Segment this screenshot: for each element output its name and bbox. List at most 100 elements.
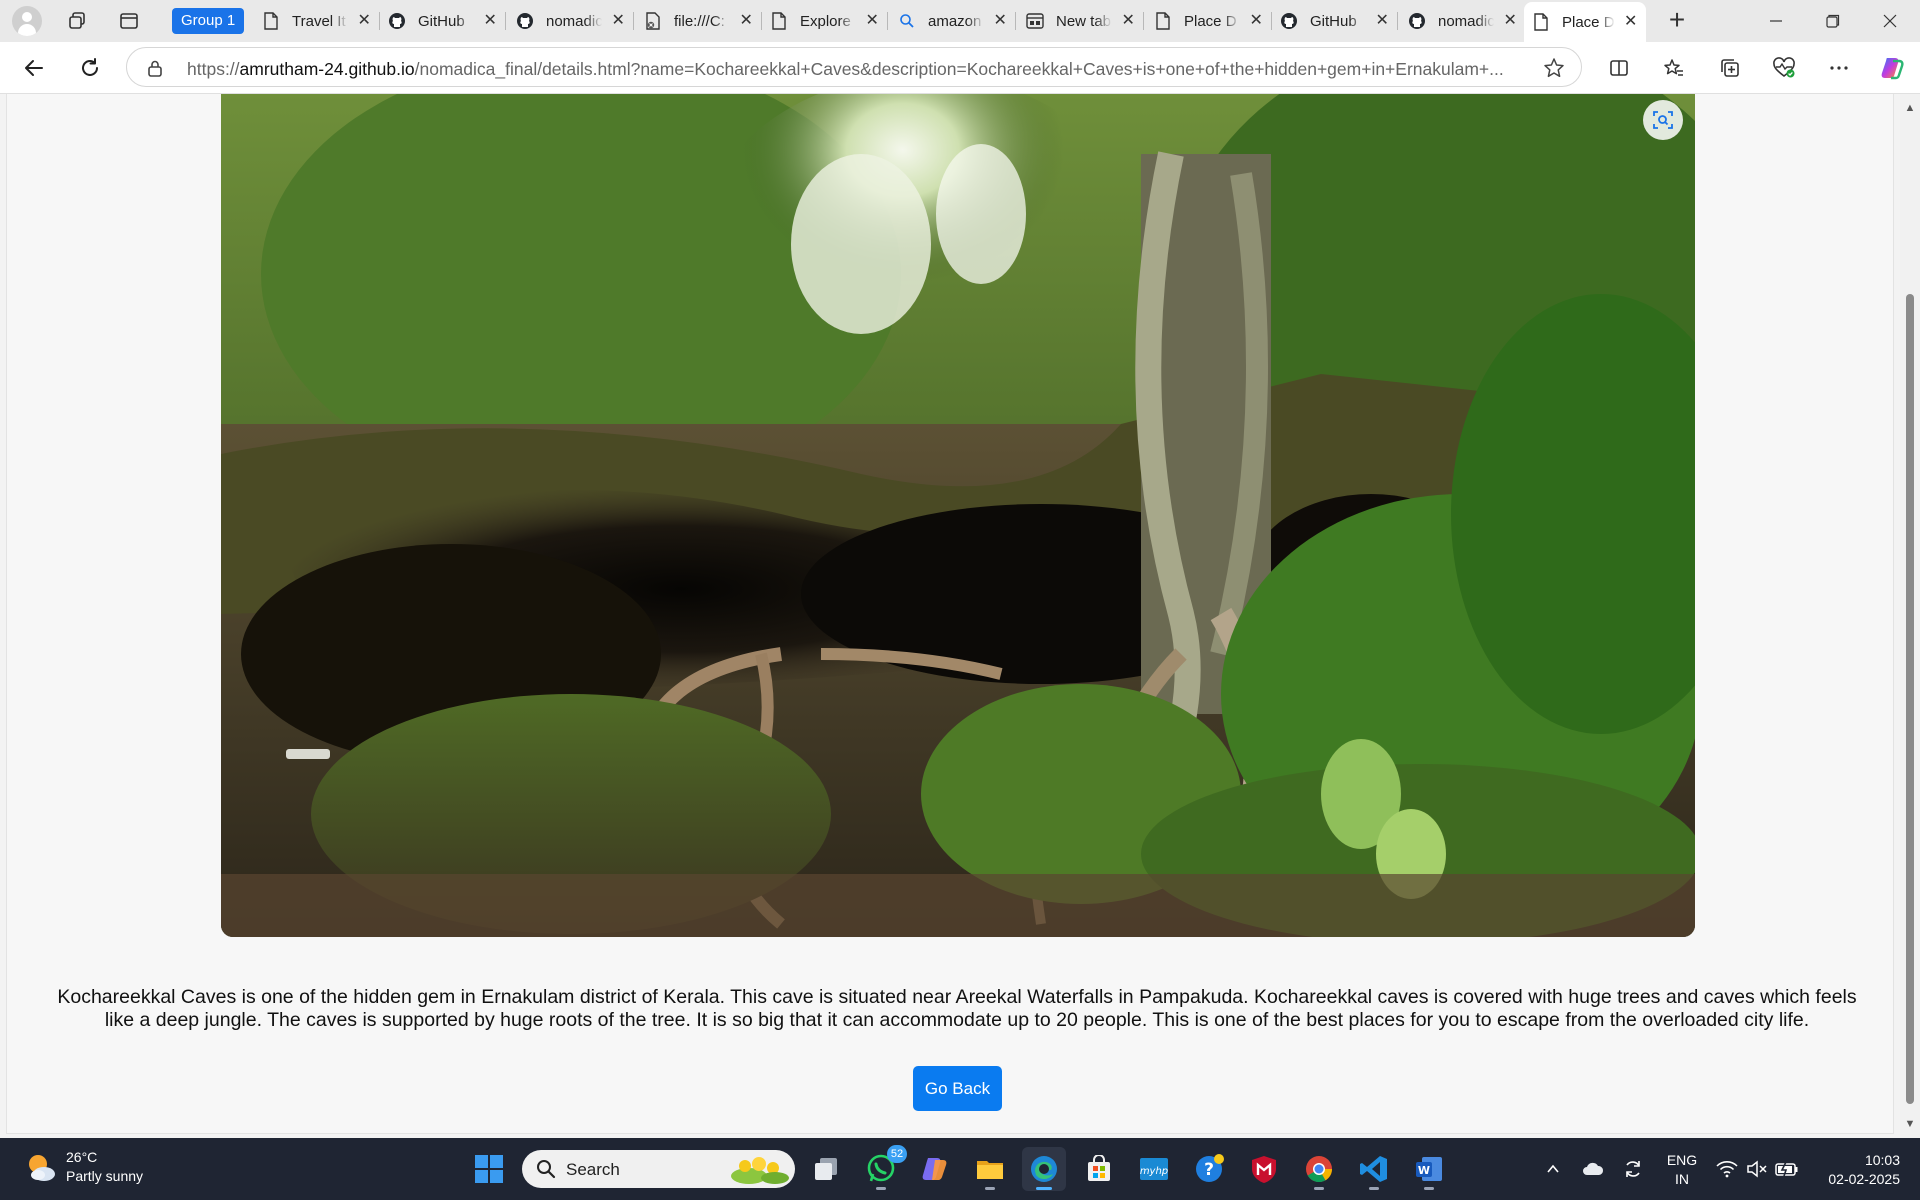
collections-button[interactable] [1714,52,1746,84]
browser-tab[interactable]: Travel It ✕ [254,4,380,38]
tab-separator [1397,12,1398,30]
tab-close-icon[interactable]: ✕ [482,13,498,29]
volume-tray[interactable] [1742,1138,1772,1200]
partly-sunny-icon [29,1155,55,1181]
wifi-tray[interactable] [1712,1138,1742,1200]
page-scrollbar[interactable]: ▲ ▼ [1900,94,1920,1138]
word-app[interactable]: W [1407,1147,1451,1191]
close-window-button[interactable] [1862,0,1918,42]
get-help-app[interactable]: ? [1187,1147,1231,1191]
input-language[interactable]: ENG IN [1664,1151,1700,1189]
page-icon [1532,13,1550,31]
task-view-button[interactable] [804,1147,848,1191]
tab-close-icon[interactable]: ✕ [1502,13,1518,29]
chrome-app[interactable] [1297,1147,1341,1191]
copilot-app[interactable] [913,1147,957,1191]
more-dots-icon [1830,66,1848,70]
system-clock[interactable]: 10:03 02-02-2025 [1814,1151,1900,1189]
tab-title: New tab [1056,12,1112,30]
show-hidden-icons-button[interactable] [1538,1138,1568,1200]
browser-essentials-button[interactable] [1768,52,1800,84]
go-back-button[interactable]: Go Back [913,1066,1002,1111]
myhp-app[interactable]: myhp [1132,1147,1176,1191]
whatsapp-app[interactable]: 52 [859,1145,907,1191]
browser-tab[interactable]: amazon ✕ [890,4,1016,38]
wifi-icon [1716,1161,1738,1178]
new-tab-button[interactable]: + [1662,6,1692,36]
tab-close-icon[interactable]: ✕ [356,13,372,29]
profile-button[interactable] [12,6,42,36]
url-text[interactable]: https://amrutham-24.github.io/nomadica_f… [187,59,1507,80]
github-icon [388,12,406,30]
place-photo [221,94,1695,937]
tab-close-icon[interactable]: ✕ [992,13,1008,29]
url-host: amrutham-24.github.io [239,59,415,79]
lock-icon[interactable] [145,58,165,78]
sync-tray[interactable] [1618,1138,1648,1200]
scroll-down-arrow-icon[interactable]: ▼ [1904,1118,1916,1130]
tab-close-icon[interactable]: ✕ [1623,14,1638,30]
minimize-button[interactable] [1748,0,1804,42]
scrollbar-thumb[interactable] [1906,294,1914,1104]
arrow-left-icon [25,60,43,76]
visual-search-button[interactable] [1643,100,1683,140]
start-button[interactable] [467,1147,511,1191]
back-button[interactable] [18,52,50,84]
tab-close-icon[interactable]: ✕ [1248,13,1264,29]
file-icon [644,12,662,30]
github-icon [1408,12,1426,30]
mcafee-app[interactable] [1242,1147,1286,1191]
microsoft-store-app[interactable] [1077,1147,1121,1191]
tab-close-icon[interactable]: ✕ [610,13,626,29]
address-bar[interactable]: https://amrutham-24.github.io/nomadica_f… [126,47,1582,87]
file-explorer-app[interactable] [968,1147,1012,1191]
tab-title: amazon [928,12,982,30]
browser-tab[interactable]: nomadica ✕ [1400,4,1526,38]
onedrive-tray[interactable] [1578,1138,1608,1200]
search-icon [537,1160,556,1179]
settings-more-button[interactable] [1823,52,1855,84]
profile-avatar-icon [12,6,42,36]
browser-tab[interactable]: Place D ✕ [1146,4,1272,38]
favorites-button[interactable] [1658,52,1690,84]
windows-logo-icon [475,1155,503,1183]
svg-text:W: W [1418,1164,1430,1177]
browser-tab[interactable]: Explore ✕ [762,4,888,38]
tab-separator [1015,12,1016,30]
tab-active[interactable]: Place D ✕ [1524,2,1646,42]
tab-close-icon[interactable]: ✕ [738,13,754,29]
tab-close-icon[interactable]: ✕ [864,13,880,29]
restore-button[interactable] [1805,0,1861,42]
tab-group-chip[interactable]: Group 1 [172,8,245,34]
refresh-button[interactable] [74,52,106,84]
browser-tab[interactable]: nomadica ✕ [508,4,634,38]
split-screen-button[interactable] [1603,52,1635,84]
vscode-app[interactable] [1352,1147,1396,1191]
store-icon [1088,1155,1110,1181]
favorite-star-icon[interactable] [1543,57,1565,79]
tab-actions-button[interactable] [114,6,144,36]
weather-widget[interactable]: 26°C Partly sunny [24,1148,143,1186]
copilot-button[interactable] [1876,52,1908,84]
heart-pulse-icon [1773,57,1795,78]
region-code: IN [1675,1171,1689,1187]
tab-close-icon[interactable]: ✕ [1120,13,1136,29]
weather-condition: Partly sunny [66,1168,144,1184]
tab-separator [633,12,634,30]
place-description: Kochareekkal Caves is one of the hidden … [57,986,1857,1031]
sync-icon [1626,1161,1640,1177]
tab-close-icon[interactable]: ✕ [1374,13,1390,29]
page-icon [1154,12,1172,30]
taskbar-search[interactable]: Search [522,1150,795,1188]
github-icon [1280,12,1298,30]
visual-search-icon [1653,111,1673,129]
browser-tab[interactable]: GitHub ✕ [1272,4,1398,38]
browser-tab[interactable]: file:///C: ✕ [636,4,762,38]
workspaces-button[interactable] [62,6,92,36]
browser-tab[interactable]: New tab ✕ [1018,4,1144,38]
browser-tab[interactable]: GitHub ✕ [380,4,506,38]
scroll-up-arrow-icon[interactable]: ▲ [1904,102,1916,114]
battery-tray[interactable] [1772,1138,1802,1200]
edge-app[interactable] [1022,1147,1066,1191]
workspaces-icon [69,12,85,29]
